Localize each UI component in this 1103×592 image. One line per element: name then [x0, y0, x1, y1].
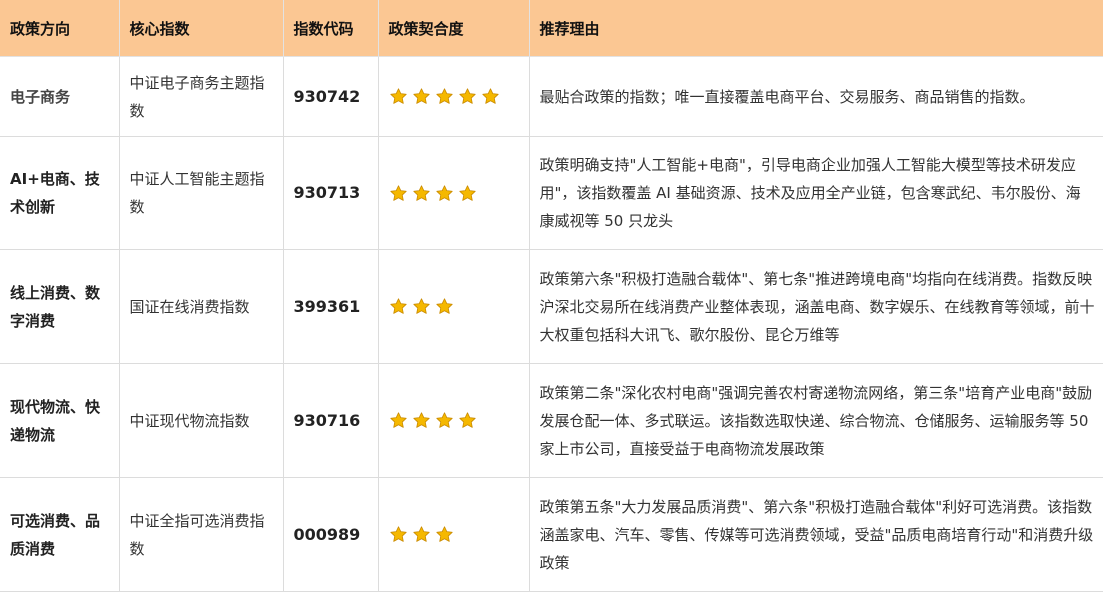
header-row: 政策方向 核心指数 指数代码 政策契合度 推荐理由 [0, 0, 1103, 57]
star-icon [412, 525, 431, 544]
star-icon [412, 184, 431, 203]
reason-cell: 政策第六条"积极打造融合载体"、第七条"推进跨境电商"均指向在线消费。指数反映沪… [528, 249, 1103, 364]
star-icon [389, 87, 408, 106]
star-icon [458, 184, 477, 203]
star-icon [435, 87, 454, 106]
direction-cell: 电子商务 [0, 56, 120, 137]
code-cell: 930716 [282, 363, 379, 478]
fit-cell [377, 136, 530, 250]
fit-cell [377, 56, 530, 137]
reason-cell: 政策明确支持"人工智能+电商"，引导电商企业加强人工智能大模型等技术研发应用"，… [528, 136, 1103, 250]
policy-index-table: 政策方向 核心指数 指数代码 政策契合度 推荐理由 电子商务 中证电子商务主题指… [0, 0, 1103, 592]
star-icon [389, 525, 408, 544]
reason-cell: 最贴合政策的指数；唯一直接覆盖电商平台、交易服务、商品销售的指数。 [528, 56, 1103, 137]
index-cell: 中证现代物流指数 [118, 363, 284, 478]
star-icon [435, 184, 454, 203]
fit-cell [377, 249, 530, 364]
index-cell: 中证电子商务主题指数 [118, 56, 284, 137]
star-rating [389, 297, 519, 316]
code-cell: 000989 [282, 477, 379, 592]
index-cell: 中证全指可选消费指数 [118, 477, 284, 592]
direction-cell: AI+电商、技术创新 [0, 136, 120, 250]
star-icon [481, 87, 500, 106]
header-reason: 推荐理由 [528, 0, 1103, 57]
code-cell: 930742 [282, 56, 379, 137]
table-row: 可选消费、品质消费 中证全指可选消费指数 000989 政策第五条"大力发展品质… [0, 477, 1103, 592]
table-row: 线上消费、数字消费 国证在线消费指数 399361 政策第六条"积极打造融合载体… [0, 249, 1103, 364]
fit-cell [377, 477, 530, 592]
direction-cell: 可选消费、品质消费 [0, 477, 120, 592]
fit-cell [377, 363, 530, 478]
star-icon [458, 411, 477, 430]
header-index: 核心指数 [118, 0, 284, 57]
star-rating [389, 525, 519, 544]
star-icon [435, 297, 454, 316]
star-icon [435, 525, 454, 544]
reason-cell: 政策第二条"深化农村电商"强调完善农村寄递物流网络，第三条"培育产业电商"鼓励发… [528, 363, 1103, 478]
star-icon [389, 411, 408, 430]
code-cell: 930713 [282, 136, 379, 250]
star-icon [412, 411, 431, 430]
star-icon [458, 87, 477, 106]
star-rating [389, 87, 519, 106]
header-code: 指数代码 [282, 0, 379, 57]
reason-cell: 政策第五条"大力发展品质消费"、第六条"积极打造融合载体"利好可选消费。该指数涵… [528, 477, 1103, 592]
table-row: 现代物流、快递物流 中证现代物流指数 930716 政策第二条"深化农村电商"强… [0, 363, 1103, 478]
star-icon [389, 184, 408, 203]
star-rating [389, 411, 519, 430]
table-row: 电子商务 中证电子商务主题指数 930742 最贴合政策的指数；唯一直接覆盖电商… [0, 56, 1103, 137]
direction-cell: 线上消费、数字消费 [0, 249, 120, 364]
star-icon [389, 297, 408, 316]
star-icon [412, 87, 431, 106]
header-fit: 政策契合度 [377, 0, 530, 57]
direction-cell: 现代物流、快递物流 [0, 363, 120, 478]
star-icon [435, 411, 454, 430]
star-icon [412, 297, 431, 316]
code-cell: 399361 [282, 249, 379, 364]
star-rating [389, 184, 519, 203]
index-cell: 中证人工智能主题指数 [118, 136, 284, 250]
table-row: AI+电商、技术创新 中证人工智能主题指数 930713 政策明确支持"人工智能… [0, 136, 1103, 250]
index-cell: 国证在线消费指数 [118, 249, 284, 364]
header-direction: 政策方向 [0, 0, 120, 57]
